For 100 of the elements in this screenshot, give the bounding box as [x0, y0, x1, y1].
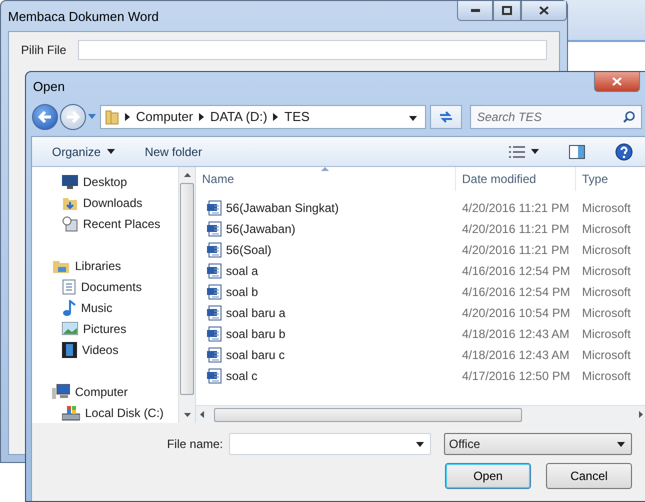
dropdown-arrow-icon: [106, 149, 115, 154]
file-name[interactable]: soal c: [196, 368, 456, 384]
document-icon: [206, 368, 222, 384]
file-type: Microsoft: [581, 306, 632, 320]
file-name[interactable]: 56(Jawaban): [196, 220, 456, 236]
file-name[interactable]: soal a: [196, 262, 456, 278]
document-icon: [206, 346, 222, 362]
nav-item[interactable]: Music: [32, 297, 178, 318]
nav-item[interactable]: Recent Places: [32, 213, 178, 234]
document-icon: [206, 284, 222, 300]
scroll-down-icon: [184, 413, 190, 417]
dropdown-arrow-icon: [617, 442, 625, 446]
file-type: Microsoft: [581, 200, 632, 214]
maximize-button[interactable]: [493, 1, 521, 21]
history-arrow-icon[interactable]: [88, 114, 96, 120]
search-icon: [623, 110, 635, 123]
file-name[interactable]: 56(Jawaban Singkat): [196, 200, 456, 216]
monitor-icon: [62, 174, 78, 188]
scroll-thumb[interactable]: [180, 183, 194, 395]
new-folder-button[interactable]: New folder: [144, 144, 202, 158]
file-type: Microsoft: [581, 222, 632, 236]
vertical-scrollbar[interactable]: [178, 167, 195, 423]
document-icon: [206, 242, 222, 258]
search-field[interactable]: Search TES: [470, 104, 642, 129]
column-header[interactable]: Name: [196, 167, 456, 191]
landscape-icon: [62, 322, 78, 335]
horizontal-scrollbar[interactable]: [196, 405, 645, 423]
dropdown-arrow-icon: [409, 116, 417, 121]
breadcrumb-item[interactable]: Computer: [136, 109, 194, 124]
file-name[interactable]: soal baru b: [196, 326, 456, 342]
file-name[interactable]: soal b: [196, 284, 456, 300]
preview-pane-button[interactable]: [569, 144, 585, 158]
file-path-field[interactable]: [78, 40, 547, 60]
file-type-select[interactable]: Office: [444, 433, 632, 455]
file-date: 4/18/2016 12:43 AM: [461, 326, 570, 340]
file-date: 4/16/2016 12:54 PM: [461, 264, 572, 278]
chevron-icon: [199, 112, 204, 121]
forward-button[interactable]: [60, 104, 86, 130]
close-icon: [612, 77, 622, 86]
dialog-title: Open: [33, 79, 65, 94]
nav-item[interactable]: Local Disk (C:): [32, 402, 178, 423]
drive-icon: [62, 404, 80, 420]
nav-item[interactable]: Pictures: [32, 318, 178, 339]
file-type: Microsoft: [581, 368, 632, 382]
file-date: 4/17/2016 12:50 PM: [461, 368, 572, 382]
file-name-label: File name:: [166, 437, 223, 451]
breadcrumb-item[interactable]: TES: [284, 109, 310, 124]
help-icon: [615, 142, 633, 160]
nav-item[interactable]: Desktop: [32, 171, 178, 192]
film-icon: [62, 342, 77, 358]
column-header[interactable]: Date modified: [456, 167, 576, 191]
file-date: 4/16/2016 12:54 PM: [461, 284, 572, 298]
view-button[interactable]: [509, 146, 539, 158]
scroll-right-icon: [639, 411, 643, 418]
close-button[interactable]: [521, 1, 567, 21]
arrow-right-icon: [66, 110, 80, 123]
file-name[interactable]: soal baru a: [196, 304, 456, 320]
file-date: 4/18/2016 12:43 AM: [461, 348, 570, 362]
minimize-button[interactable]: [457, 1, 493, 21]
scroll-up-icon: [184, 173, 190, 177]
cancel-button[interactable]: Cancel: [546, 463, 632, 489]
pane-icon: [569, 144, 585, 158]
document-icon: [206, 262, 222, 278]
file-type: Microsoft: [581, 326, 632, 340]
file-type: Microsoft: [581, 242, 632, 256]
organize-button[interactable]: Organize: [52, 144, 115, 158]
refresh-icon: [438, 110, 454, 124]
minimize-icon: [470, 9, 480, 12]
dropdown-arrow-icon: [416, 442, 424, 446]
help-button[interactable]: [615, 142, 633, 160]
breadcrumb-item[interactable]: DATA (D:): [210, 109, 268, 124]
close-icon: [539, 6, 549, 15]
file-name[interactable]: soal baru c: [196, 346, 456, 362]
document-icon: [206, 200, 222, 216]
field-label: Pilih File: [21, 43, 66, 57]
refresh-button[interactable]: [430, 104, 462, 129]
arrow-left-icon: [38, 110, 52, 123]
scroll-thumb[interactable]: [214, 408, 522, 422]
nav-item[interactable]: Documents: [32, 276, 178, 297]
column-header[interactable]: Type: [576, 167, 645, 191]
maximize-icon: [502, 6, 512, 15]
back-button[interactable]: [32, 104, 58, 130]
nav-item[interactable]: Videos: [32, 339, 178, 360]
file-name-field[interactable]: [229, 433, 431, 455]
close-button[interactable]: [594, 72, 640, 92]
window-title: Membaca Dokumen Word: [8, 8, 159, 24]
document-icon: [206, 220, 222, 236]
document-icon: [62, 278, 76, 294]
file-name[interactable]: 56(Soal): [196, 242, 456, 258]
chevron-icon: [125, 112, 130, 121]
dropdown-arrow-icon: [531, 149, 539, 154]
file-date: 4/20/2016 10:54 PM: [461, 306, 572, 320]
file-type: Microsoft: [581, 264, 632, 278]
open-button[interactable]: Open: [445, 463, 531, 489]
file-type: Microsoft: [581, 284, 632, 298]
chevron-icon: [273, 112, 278, 121]
nav-group[interactable]: Computer: [32, 381, 178, 402]
nav-item[interactable]: Downloads: [32, 192, 178, 213]
nav-group[interactable]: Libraries: [32, 255, 178, 276]
address-bar[interactable]: Computer DATA (D:) TES: [100, 104, 426, 129]
